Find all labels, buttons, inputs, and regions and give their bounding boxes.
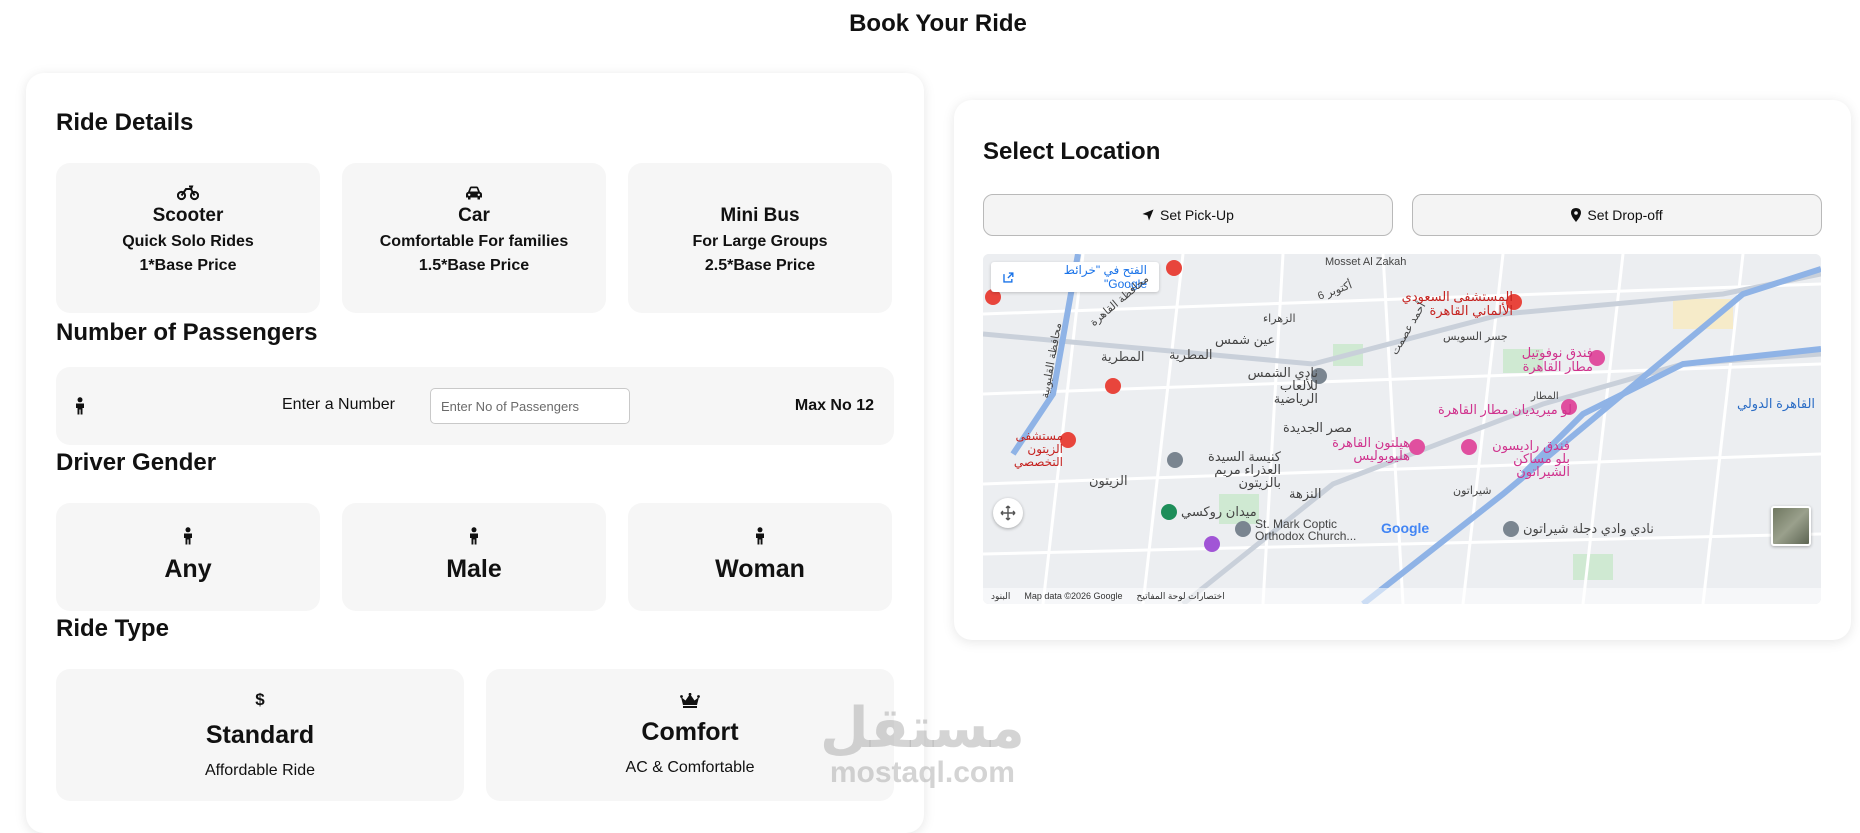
set-dropoff-label: Set Drop-off — [1587, 207, 1663, 223]
vehicle-price: 2.5*Base Price — [704, 257, 816, 274]
set-dropoff-button[interactable]: Set Drop-off — [1412, 194, 1822, 236]
vehicle-price: 1*Base Price — [139, 257, 237, 274]
map-label: Mosset Al Zakah — [1325, 256, 1407, 268]
vehicle-card-minibus[interactable]: Mini Bus For Large Groups 2.5*Base Price — [628, 163, 892, 313]
external-link-icon — [1003, 271, 1014, 283]
map-pin-icon — [1571, 208, 1582, 222]
google-logo: Google — [1381, 520, 1430, 536]
mostaql-watermark: مستقل mostaql.com — [820, 700, 1025, 788]
map-label: الزيتون — [1089, 473, 1128, 488]
vehicle-price: 1.5*Base Price — [418, 257, 530, 274]
map-label: جسر السويس — [1443, 331, 1508, 343]
location-arrow-icon — [1142, 209, 1154, 221]
map-label: كنيسة السيدة العذراء مريم بالزيتون — [1208, 449, 1281, 490]
map-fullscreen-button[interactable] — [993, 498, 1023, 528]
set-pickup-label: Set Pick-Up — [1160, 207, 1234, 223]
map-shortcuts-link[interactable]: اختصارات لوحة المفاتيح — [1137, 591, 1225, 602]
passengers-row: Enter a Number Max No 12 — [56, 367, 894, 445]
gender-label: Male — [446, 555, 502, 583]
vehicle-desc: For Large Groups — [692, 233, 828, 250]
map-label: فندق نوفوتيل مطار القاهرة — [1521, 345, 1593, 374]
dollar-icon: $ — [255, 690, 265, 709]
gender-label: Any — [164, 555, 212, 583]
ride-details-title: Ride Details — [56, 109, 194, 136]
person-icon — [470, 527, 478, 545]
map-label: المطرية — [1101, 349, 1145, 364]
set-pickup-button[interactable]: Set Pick-Up — [983, 194, 1393, 236]
car-icon — [466, 186, 482, 200]
watermark-arabic: مستقل — [820, 696, 1025, 761]
vehicle-name: Mini Bus — [720, 205, 800, 226]
vehicle-card-car[interactable]: Car Comfortable For families 1.5*Base Pr… — [342, 163, 606, 313]
gender-option-woman[interactable]: Woman — [628, 503, 892, 611]
map-label: ميدان روكسي — [1181, 504, 1257, 519]
map-label: مستشفى الزيتون التخصصي — [1013, 429, 1063, 469]
crown-icon — [680, 693, 700, 708]
map-label: عين شمس — [1215, 332, 1276, 347]
map-label: المطار — [1531, 391, 1559, 402]
map-attribution: البنود Map data ©2026 Google اختصارات لو… — [983, 588, 1821, 604]
map-label: فندق راديسون بلو مساكن الشيراتون — [1492, 438, 1570, 479]
person-icon — [76, 397, 84, 415]
ride-form-panel: Ride Details Scooter Quick Solo Rides 1*… — [26, 73, 924, 833]
driver-gender-title: Driver Gender — [56, 449, 217, 476]
map-label: شيراتون — [1453, 485, 1492, 497]
location-panel: Select Location Set Pick-Up Set Drop-off — [954, 100, 1851, 640]
motorcycle-icon — [177, 185, 199, 201]
map-data-credit: Map data ©2026 Google — [1024, 591, 1123, 601]
vehicle-desc: Quick Solo Rides — [122, 233, 254, 250]
max-passengers-label: Max No 12 — [794, 397, 874, 414]
ride-type-title: Ride Type — [56, 615, 169, 642]
ride-type-standard[interactable]: $ Standard Affordable Ride — [56, 669, 464, 801]
passengers-label: Enter a Number — [282, 396, 395, 413]
person-icon — [184, 527, 192, 545]
ride-type-name: Standard — [205, 721, 315, 749]
gender-label: Woman — [715, 555, 805, 583]
vehicle-name: Scooter — [152, 205, 224, 226]
gender-option-any[interactable]: Any — [56, 503, 320, 611]
vehicle-card-scooter[interactable]: Scooter Quick Solo Rides 1*Base Price — [56, 163, 320, 313]
watermark-latin: mostaql.com — [829, 756, 1015, 789]
map-label: St. Mark Coptic Orthodox Church... — [1255, 517, 1357, 543]
page-title: Book Your Ride — [849, 10, 1027, 37]
ride-type-desc: Affordable Ride — [205, 762, 315, 779]
vehicle-desc: Comfortable For families — [379, 233, 569, 250]
expand-icon — [1000, 505, 1016, 521]
vehicle-name: Car — [458, 205, 490, 226]
map-view[interactable]: الفتح في "خرائط Google" Mosset Al Zakah … — [983, 254, 1821, 604]
map-label: النزهة — [1289, 486, 1322, 501]
select-location-title: Select Location — [983, 138, 1161, 165]
map-label: الزهراء — [1263, 313, 1296, 325]
map-label: المطرية — [1169, 347, 1213, 362]
passengers-title: Number of Passengers — [56, 319, 318, 346]
map-satellite-toggle[interactable] — [1771, 506, 1811, 546]
person-icon — [756, 527, 764, 545]
map-label: مصر الجديدة — [1283, 420, 1353, 435]
gender-option-male[interactable]: Male — [342, 503, 606, 611]
passengers-input[interactable] — [430, 388, 630, 424]
map-label: نادي وادي دجلة شيراتون — [1523, 521, 1654, 536]
map-label: هيلتون القاهرة هليوبوليس — [1332, 435, 1410, 463]
map-terms-link[interactable]: البنود — [991, 591, 1010, 602]
map-label: القاهرة الدولي — [1737, 396, 1816, 411]
map-label: نادي الشمس للألعاب الرياضية — [1247, 365, 1318, 406]
map-label: لو ميريديان مطار القاهرة — [1438, 402, 1572, 417]
